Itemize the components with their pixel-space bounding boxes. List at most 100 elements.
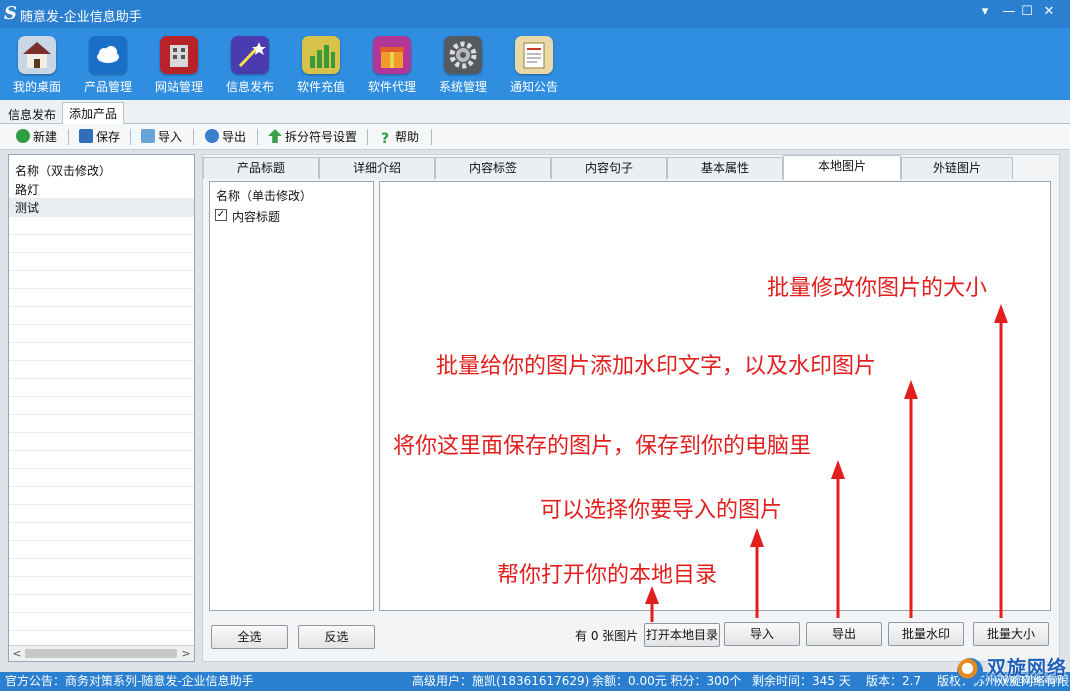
watermark-url: www.370k.com bbox=[995, 676, 1064, 686]
status-notice: 官方公告：商务对策系列-随意发-企业信息助手 bbox=[5, 674, 254, 688]
menu-dropdown-button[interactable]: ▾ bbox=[974, 2, 996, 22]
toolbar-publish-button[interactable]: 信息发布 bbox=[215, 36, 285, 100]
toolbar-recharge-button[interactable]: 软件充值 bbox=[286, 36, 356, 100]
empty-row bbox=[9, 505, 194, 523]
export-button[interactable]: 导出 bbox=[205, 128, 246, 146]
tab-basic-attributes[interactable]: 基本属性 bbox=[667, 157, 783, 179]
toolbar-separator bbox=[193, 129, 194, 145]
empty-row bbox=[9, 325, 194, 343]
toolbar-system-button[interactable]: 系统管理 bbox=[428, 36, 498, 100]
tab-detail[interactable]: 详细介绍 bbox=[319, 157, 435, 179]
tab-content-tags[interactable]: 内容标签 bbox=[435, 157, 551, 179]
new-label: 新建 bbox=[33, 130, 58, 144]
toolbar-agent-button[interactable]: 软件代理 bbox=[357, 36, 427, 100]
empty-row bbox=[9, 217, 194, 235]
empty-row bbox=[9, 307, 194, 325]
help-button[interactable]: ? 帮助 bbox=[378, 128, 419, 146]
scroll-right-icon[interactable]: > bbox=[178, 646, 194, 661]
export-label: 导出 bbox=[222, 130, 247, 144]
toolbar-separator bbox=[431, 129, 432, 145]
toolbar-notice-label: 通知公告 bbox=[509, 80, 558, 94]
batch-watermark-button[interactable]: 批量水印 bbox=[888, 622, 964, 646]
save-button[interactable]: 保存 bbox=[79, 128, 120, 146]
product-list: 名称（双击修改） 路灯 测试 < > bbox=[8, 154, 195, 662]
empty-row bbox=[9, 577, 194, 595]
toolbar-agent-label: 软件代理 bbox=[367, 80, 416, 94]
maximize-button[interactable]: ☐ bbox=[1016, 2, 1038, 22]
empty-row bbox=[9, 253, 194, 271]
notice-book-icon bbox=[515, 36, 553, 74]
toolbar-publish-label: 信息发布 bbox=[225, 80, 274, 94]
tab-product-title[interactable]: 产品标题 bbox=[203, 157, 319, 179]
scroll-left-icon[interactable]: < bbox=[9, 646, 25, 661]
export-images-button[interactable]: 导出 bbox=[806, 622, 882, 646]
list-item[interactable]: 路灯 bbox=[9, 181, 194, 199]
import-label: 导入 bbox=[158, 130, 183, 144]
invert-select-button[interactable]: 反选 bbox=[298, 625, 375, 649]
content-title-checkbox[interactable]: ✓ bbox=[215, 209, 227, 221]
empty-row bbox=[9, 379, 194, 397]
scrollbar-thumb[interactable] bbox=[25, 649, 177, 658]
toolbar-separator bbox=[130, 129, 131, 145]
annotation-resize: 批量修改你图片的大小 bbox=[767, 276, 988, 301]
toolbar-product-button[interactable]: 产品管理 bbox=[73, 36, 143, 100]
toolbar-separator bbox=[257, 129, 258, 145]
empty-row bbox=[9, 595, 194, 613]
empty-row bbox=[9, 523, 194, 541]
empty-row bbox=[9, 361, 194, 379]
empty-row bbox=[9, 235, 194, 253]
empty-row bbox=[9, 559, 194, 577]
tab-content-sentences[interactable]: 内容句子 bbox=[551, 157, 667, 179]
status-remaining: 剩余时间：345 天 bbox=[752, 674, 851, 688]
up-arrow-icon bbox=[268, 129, 282, 143]
image-group-header: 名称（单击修改） bbox=[216, 189, 313, 203]
open-local-dir-button[interactable]: 打开本地目录 bbox=[644, 623, 720, 647]
new-button[interactable]: 新建 bbox=[16, 128, 57, 146]
content-title-label[interactable]: 内容标题 bbox=[232, 208, 280, 225]
batch-resize-button[interactable]: 批量大小 bbox=[973, 622, 1049, 646]
split-symbol-settings-label: 拆分符号设置 bbox=[285, 130, 358, 144]
tab-local-images[interactable]: 本地图片 bbox=[783, 155, 901, 180]
empty-row bbox=[9, 469, 194, 487]
help-label: 帮助 bbox=[395, 130, 420, 144]
building-icon bbox=[160, 36, 198, 74]
site-watermark: 双旋网络 www.370k.com bbox=[955, 652, 1070, 691]
gear-icon bbox=[444, 36, 482, 74]
annotation-import: 可以选择你要导入的图片 bbox=[540, 498, 783, 523]
select-all-button[interactable]: 全选 bbox=[211, 625, 288, 649]
status-bar: 官方公告：商务对策系列-随意发-企业信息助手 高级用户：施凯(183616176… bbox=[0, 672, 1070, 691]
folder-icon bbox=[141, 129, 155, 143]
tab-add-product[interactable]: 添加产品 bbox=[62, 102, 125, 125]
status-balance: 余额：0.00元 积分：300个 bbox=[592, 674, 742, 688]
watermark-logo-icon bbox=[957, 658, 983, 684]
tab-info-publish[interactable]: 信息发布 bbox=[2, 104, 62, 124]
annotation-watermark: 批量给你的图片添加水印文字，以及水印图片 bbox=[436, 354, 877, 379]
toolbar-product-label: 产品管理 bbox=[83, 80, 132, 94]
horizontal-scrollbar[interactable]: < > bbox=[9, 645, 194, 661]
empty-row bbox=[9, 541, 194, 559]
import-button[interactable]: 导入 bbox=[141, 128, 182, 146]
product-list-header: 名称（双击修改） bbox=[15, 164, 112, 178]
toolbar-desktop-button[interactable]: 我的桌面 bbox=[2, 36, 72, 100]
add-icon bbox=[16, 129, 30, 143]
image-preview-area[interactable] bbox=[379, 181, 1051, 611]
toolbar-separator bbox=[367, 129, 368, 145]
empty-row bbox=[9, 271, 194, 289]
list-item[interactable]: 测试 bbox=[9, 199, 194, 217]
toolbar-website-label: 网站管理 bbox=[154, 80, 203, 94]
help-icon: ? bbox=[380, 131, 390, 147]
close-button[interactable]: ✕ bbox=[1038, 2, 1060, 22]
import-images-button[interactable]: 导入 bbox=[724, 622, 800, 646]
toolbar-separator bbox=[68, 129, 69, 145]
split-symbol-settings-button[interactable]: 拆分符号设置 bbox=[268, 128, 357, 146]
toolbar-notice-button[interactable]: 通知公告 bbox=[499, 36, 569, 100]
magic-wand-icon bbox=[231, 36, 269, 74]
toolbar-website-button[interactable]: 网站管理 bbox=[144, 36, 214, 100]
save-icon bbox=[79, 129, 93, 143]
toolbar-recharge-label: 软件充值 bbox=[296, 80, 345, 94]
desktop-house-icon bbox=[18, 36, 56, 74]
empty-row bbox=[9, 415, 194, 433]
window-title: 随意发-企业信息助手 bbox=[20, 10, 142, 25]
tab-external-images[interactable]: 外链图片 bbox=[901, 157, 1013, 179]
save-label: 保存 bbox=[96, 130, 121, 144]
